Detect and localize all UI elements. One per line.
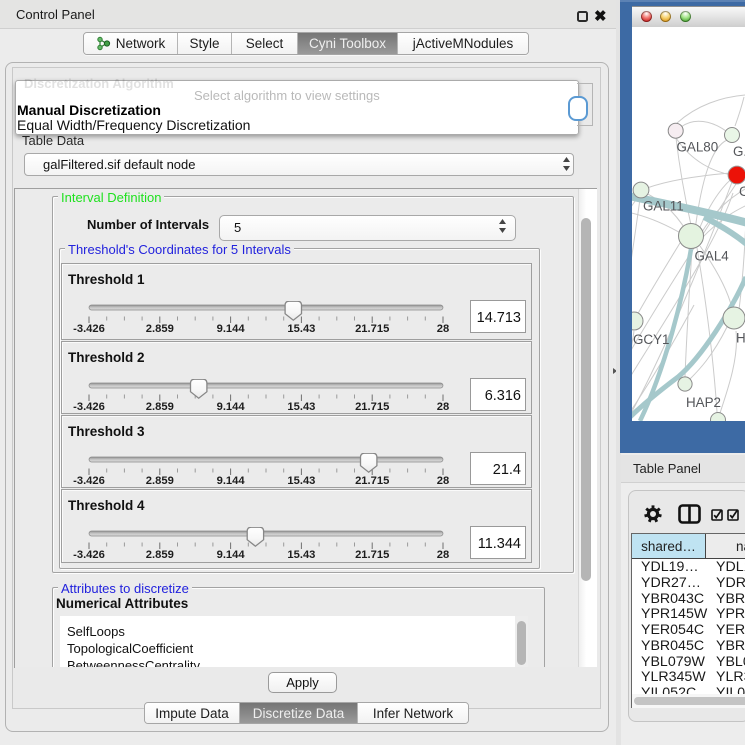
svg-text:G..: G.. [733,144,745,159]
svg-text:2.859: 2.859 [146,323,174,335]
svg-text:GCY1: GCY1 [633,332,669,347]
svg-text:2.859: 2.859 [146,475,174,487]
svg-text:15.43: 15.43 [287,475,315,487]
svg-text:-3.426: -3.426 [73,401,105,413]
svg-text:28: 28 [437,323,449,335]
svg-text:2.859: 2.859 [146,549,174,561]
svg-text:28: 28 [437,401,449,413]
svg-text:HAP2: HAP2 [686,395,721,410]
svg-text:HA: HA [736,331,745,346]
svg-text:9.144: 9.144 [217,549,246,561]
svg-text:28: 28 [437,549,449,561]
svg-text:GAL80: GAL80 [677,140,719,155]
svg-text:21.715: 21.715 [355,401,389,413]
svg-text:-3.426: -3.426 [73,549,105,561]
svg-text:GAL4: GAL4 [695,249,730,264]
svg-text:-3.426: -3.426 [73,475,105,487]
svg-text:CY: CY [739,184,745,199]
svg-text:9.144: 9.144 [217,323,246,335]
svg-text:21.715: 21.715 [355,549,389,561]
svg-text:21.715: 21.715 [355,323,389,335]
svg-text:15.43: 15.43 [287,323,315,335]
svg-text:-3.426: -3.426 [73,323,105,335]
svg-text:15.43: 15.43 [287,401,315,413]
svg-text:2.859: 2.859 [146,401,174,413]
svg-text:9.144: 9.144 [217,401,246,413]
svg-text:15.43: 15.43 [287,549,315,561]
svg-text:9.144: 9.144 [217,475,246,487]
svg-text:GAL11: GAL11 [643,199,684,214]
svg-text:28: 28 [437,475,449,487]
svg-text:21.715: 21.715 [355,475,389,487]
